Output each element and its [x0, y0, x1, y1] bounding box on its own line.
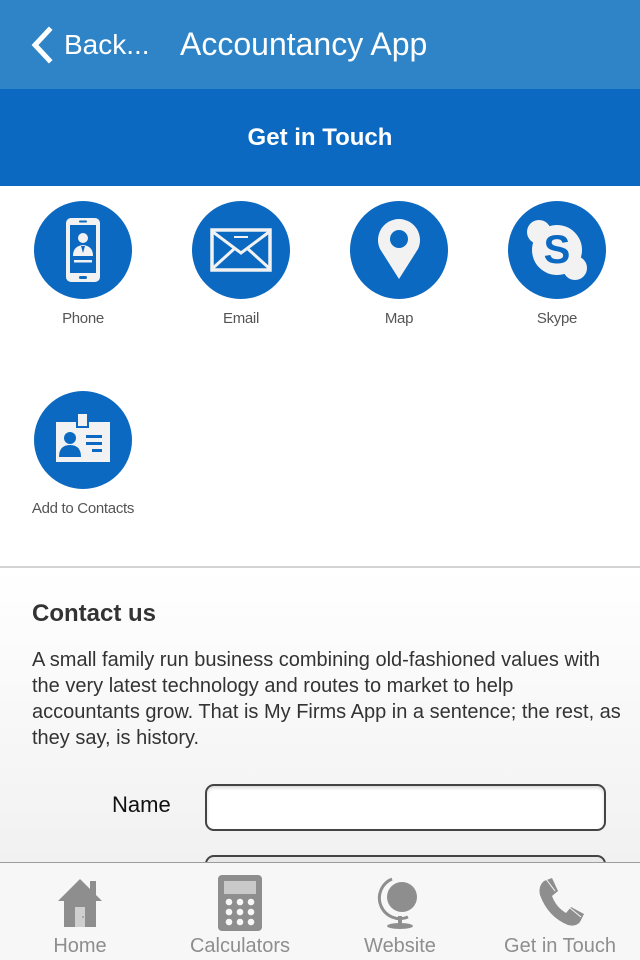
tab-home[interactable]: Home	[0, 863, 160, 960]
home-icon	[58, 879, 102, 927]
back-button[interactable]: Back...	[30, 24, 150, 66]
globe-icon	[377, 877, 417, 929]
email-action-label: Email	[222, 310, 259, 327]
tab-bar: Home Calculators Website Get in Touch	[0, 862, 640, 960]
map-pin-icon	[378, 219, 420, 279]
phone-handset-icon	[539, 878, 584, 926]
skype-action-label: Skype	[536, 310, 578, 327]
email-action-circle	[192, 201, 290, 299]
add-to-contacts-action-label: Add to Contacts	[31, 500, 135, 517]
tab-calculators-label: Calculators	[189, 935, 291, 957]
phone-contact-icon	[66, 218, 100, 282]
calculator-icon	[218, 875, 262, 931]
email-action[interactable]: Email	[166, 201, 316, 327]
add-to-contacts-action[interactable]: Add to Contacts	[8, 391, 158, 517]
map-action[interactable]: Map	[324, 201, 474, 327]
section-title: Get in Touch	[247, 123, 393, 151]
tab-get-in-touch[interactable]: Get in Touch	[480, 863, 640, 960]
envelope-icon	[210, 228, 272, 272]
navigation-bar: Back... Accountancy App	[0, 0, 640, 89]
map-action-label: Map	[384, 310, 414, 327]
contact-actions-grid: Phone Email Map S Skype Add to Contacts	[0, 186, 640, 567]
svg-text:S: S	[544, 228, 571, 272]
chevron-left-icon	[31, 26, 53, 64]
tab-home-label: Home	[53, 935, 107, 957]
add-to-contacts-action-circle	[34, 391, 132, 489]
id-badge-icon	[56, 412, 110, 462]
skype-icon: S	[527, 220, 587, 280]
app-screen: Back... Accountancy App Get in Touch Pho…	[0, 0, 640, 960]
tab-website[interactable]: Website	[320, 863, 480, 960]
map-action-circle	[350, 201, 448, 299]
back-label: Back...	[64, 29, 150, 60]
app-title: Accountancy App	[180, 26, 428, 62]
skype-action-circle: S	[508, 201, 606, 299]
phone-action-circle	[34, 201, 132, 299]
skype-action[interactable]: S Skype	[482, 201, 632, 327]
phone-action-label: Phone	[62, 310, 104, 327]
name-input[interactable]	[205, 784, 606, 831]
contact-us-section: Contact us A small family run business c…	[0, 568, 640, 895]
contact-us-title: Contact us	[32, 600, 157, 627]
name-field-label: Name	[112, 792, 171, 817]
contact-us-description: A small family run business combining ol…	[32, 649, 621, 749]
section-header: Get in Touch	[0, 89, 640, 186]
tab-website-label: Website	[364, 935, 436, 957]
tab-calculators[interactable]: Calculators	[160, 863, 320, 960]
tab-get-in-touch-label: Get in Touch	[504, 935, 616, 957]
phone-action[interactable]: Phone	[8, 201, 158, 327]
